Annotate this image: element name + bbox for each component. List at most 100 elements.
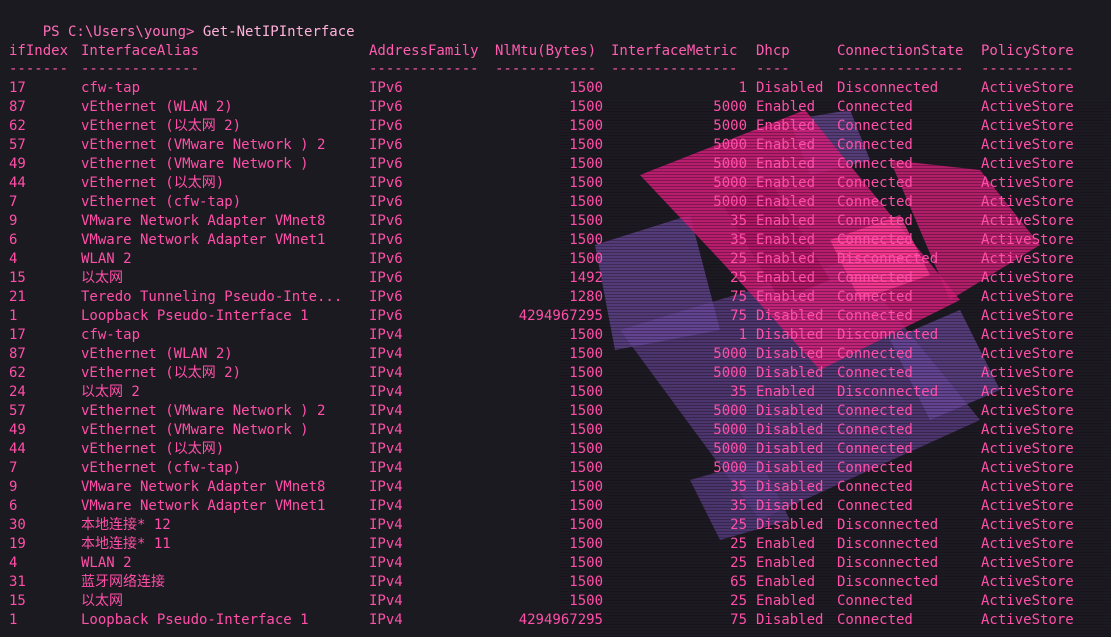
cell-dhcp: Disabled — [756, 460, 824, 476]
cell-nlmtu: 1500 — [569, 365, 603, 381]
cell-nlmtu: 1500 — [569, 99, 603, 115]
cell-connection-state: Connected — [837, 118, 913, 134]
cell-connection-state: Connected — [837, 137, 913, 153]
cell-nlmtu: 4294967295 — [518, 308, 603, 324]
cell-dhcp: Enabled — [756, 137, 816, 153]
cell-ifindex: 1 — [9, 612, 18, 628]
cell-dhcp: Disabled — [756, 308, 824, 324]
cell-policy-store: ActiveStore — [981, 384, 1074, 400]
cell-nlmtu: 1500 — [569, 232, 603, 248]
header-nlmtu: NlMtu(Bytes) — [495, 43, 597, 59]
cell-policy-store: ActiveStore — [981, 574, 1074, 590]
cell-policy-store: ActiveStore — [981, 270, 1074, 286]
cell-interface-alias: vEthernet (VMware Network ) 2 — [81, 137, 326, 153]
cell-interface-alias: cfw-tap — [81, 80, 141, 96]
header-address-family: AddressFamily — [369, 43, 479, 59]
cell-address-family: IPv4 — [369, 555, 403, 571]
cell-policy-store: ActiveStore — [981, 232, 1074, 248]
cell-nlmtu: 1500 — [569, 479, 603, 495]
cell-ifindex: 15 — [9, 593, 26, 609]
cell-dhcp: Enabled — [756, 536, 816, 552]
cell-interface-metric: 65 — [730, 574, 747, 590]
cell-dhcp: Enabled — [756, 118, 816, 134]
cell-interface-metric: 5000 — [713, 137, 747, 153]
cell-interface-metric: 25 — [730, 270, 747, 286]
cell-connection-state: Disconnected — [837, 555, 939, 571]
cell-address-family: IPv6 — [369, 213, 403, 229]
cell-interface-alias: 以太网 — [81, 270, 123, 286]
cell-interface-alias: Loopback Pseudo-Interface 1 — [81, 308, 309, 324]
cell-address-family: IPv4 — [369, 346, 403, 362]
cell-ifindex: 17 — [9, 327, 26, 343]
cell-policy-store: ActiveStore — [981, 403, 1074, 419]
cell-interface-metric: 75 — [730, 612, 747, 628]
cell-interface-alias: vEthernet (cfw-tap) — [81, 460, 242, 476]
cell-address-family: IPv4 — [369, 479, 403, 495]
cell-policy-store: ActiveStore — [981, 422, 1074, 438]
cell-connection-state: Connected — [837, 213, 913, 229]
cell-address-family: IPv4 — [369, 403, 403, 419]
cell-policy-store: ActiveStore — [981, 346, 1074, 362]
cell-interface-alias: Teredo Tunneling Pseudo-Inte... — [81, 289, 343, 305]
cell-address-family: IPv4 — [369, 593, 403, 609]
sep-interface-alias: -------------- — [81, 61, 200, 77]
cell-dhcp: Enabled — [756, 593, 816, 609]
cell-interface-alias: vEthernet (以太网 2) — [81, 118, 242, 134]
cell-ifindex: 7 — [9, 460, 18, 476]
cell-interface-metric: 75 — [730, 308, 747, 324]
cell-address-family: IPv6 — [369, 289, 403, 305]
cell-connection-state: Connected — [837, 346, 913, 362]
cell-address-family: IPv4 — [369, 498, 403, 514]
prompt-path: PS C:\Users\young> — [42, 24, 203, 40]
cell-connection-state: Connected — [837, 99, 913, 115]
cell-interface-metric: 1 — [738, 327, 747, 343]
cell-nlmtu: 1500 — [569, 346, 603, 362]
cell-connection-state: Disconnected — [837, 536, 939, 552]
cell-interface-alias: vEthernet (VMware Network ) — [81, 156, 309, 172]
cell-interface-metric: 5000 — [713, 156, 747, 172]
cell-dhcp: Enabled — [756, 384, 816, 400]
cell-dhcp: Disabled — [756, 346, 824, 362]
cell-dhcp: Enabled — [756, 232, 816, 248]
cell-address-family: IPv4 — [369, 460, 403, 476]
cell-connection-state: Disconnected — [837, 517, 939, 533]
sep-policy-store: ----------- — [981, 61, 1074, 77]
cell-nlmtu: 1280 — [569, 289, 603, 305]
cell-connection-state: Connected — [837, 194, 913, 210]
cell-ifindex: 57 — [9, 403, 26, 419]
terminal-window[interactable]: PS C:\Users\young> Get-NetIPInterface if… — [0, 0, 1111, 637]
cell-interface-alias: vEthernet (以太网 2) — [81, 365, 242, 381]
cell-policy-store: ActiveStore — [981, 289, 1074, 305]
cell-interface-metric: 35 — [730, 498, 747, 514]
cell-nlmtu: 1500 — [569, 384, 603, 400]
cell-interface-alias: VMware Network Adapter VMnet1 — [81, 498, 326, 514]
cell-dhcp: Enabled — [756, 574, 816, 590]
cell-nlmtu: 1500 — [569, 137, 603, 153]
cell-policy-store: ActiveStore — [981, 213, 1074, 229]
cell-nlmtu: 1500 — [569, 251, 603, 267]
cell-address-family: IPv6 — [369, 80, 403, 96]
cell-address-family: IPv6 — [369, 308, 403, 324]
cell-address-family: IPv6 — [369, 99, 403, 115]
cell-nlmtu: 1500 — [569, 498, 603, 514]
cell-interface-metric: 75 — [730, 289, 747, 305]
cell-interface-alias: Loopback Pseudo-Interface 1 — [81, 612, 309, 628]
command-text: Get-NetIPInterface — [202, 24, 355, 40]
cell-address-family: IPv6 — [369, 137, 403, 153]
cell-policy-store: ActiveStore — [981, 251, 1074, 267]
sep-nlmtu: ------------ — [495, 61, 597, 77]
cell-dhcp: Enabled — [756, 289, 816, 305]
cell-address-family: IPv4 — [369, 612, 403, 628]
cell-dhcp: Enabled — [756, 251, 816, 267]
header-ifindex: ifIndex — [9, 43, 69, 59]
cell-policy-store: ActiveStore — [981, 118, 1074, 134]
cell-address-family: IPv6 — [369, 156, 403, 172]
cell-dhcp: Disabled — [756, 327, 824, 343]
cell-ifindex: 4 — [9, 555, 18, 571]
cell-interface-alias: vEthernet (cfw-tap) — [81, 194, 242, 210]
command-prompt: PS C:\Users\young> Get-NetIPInterface — [9, 4, 355, 40]
cell-nlmtu: 1500 — [569, 213, 603, 229]
sep-interface-metric: --------------- — [611, 61, 738, 77]
cell-nlmtu: 1500 — [569, 517, 603, 533]
cell-dhcp: Enabled — [756, 194, 816, 210]
